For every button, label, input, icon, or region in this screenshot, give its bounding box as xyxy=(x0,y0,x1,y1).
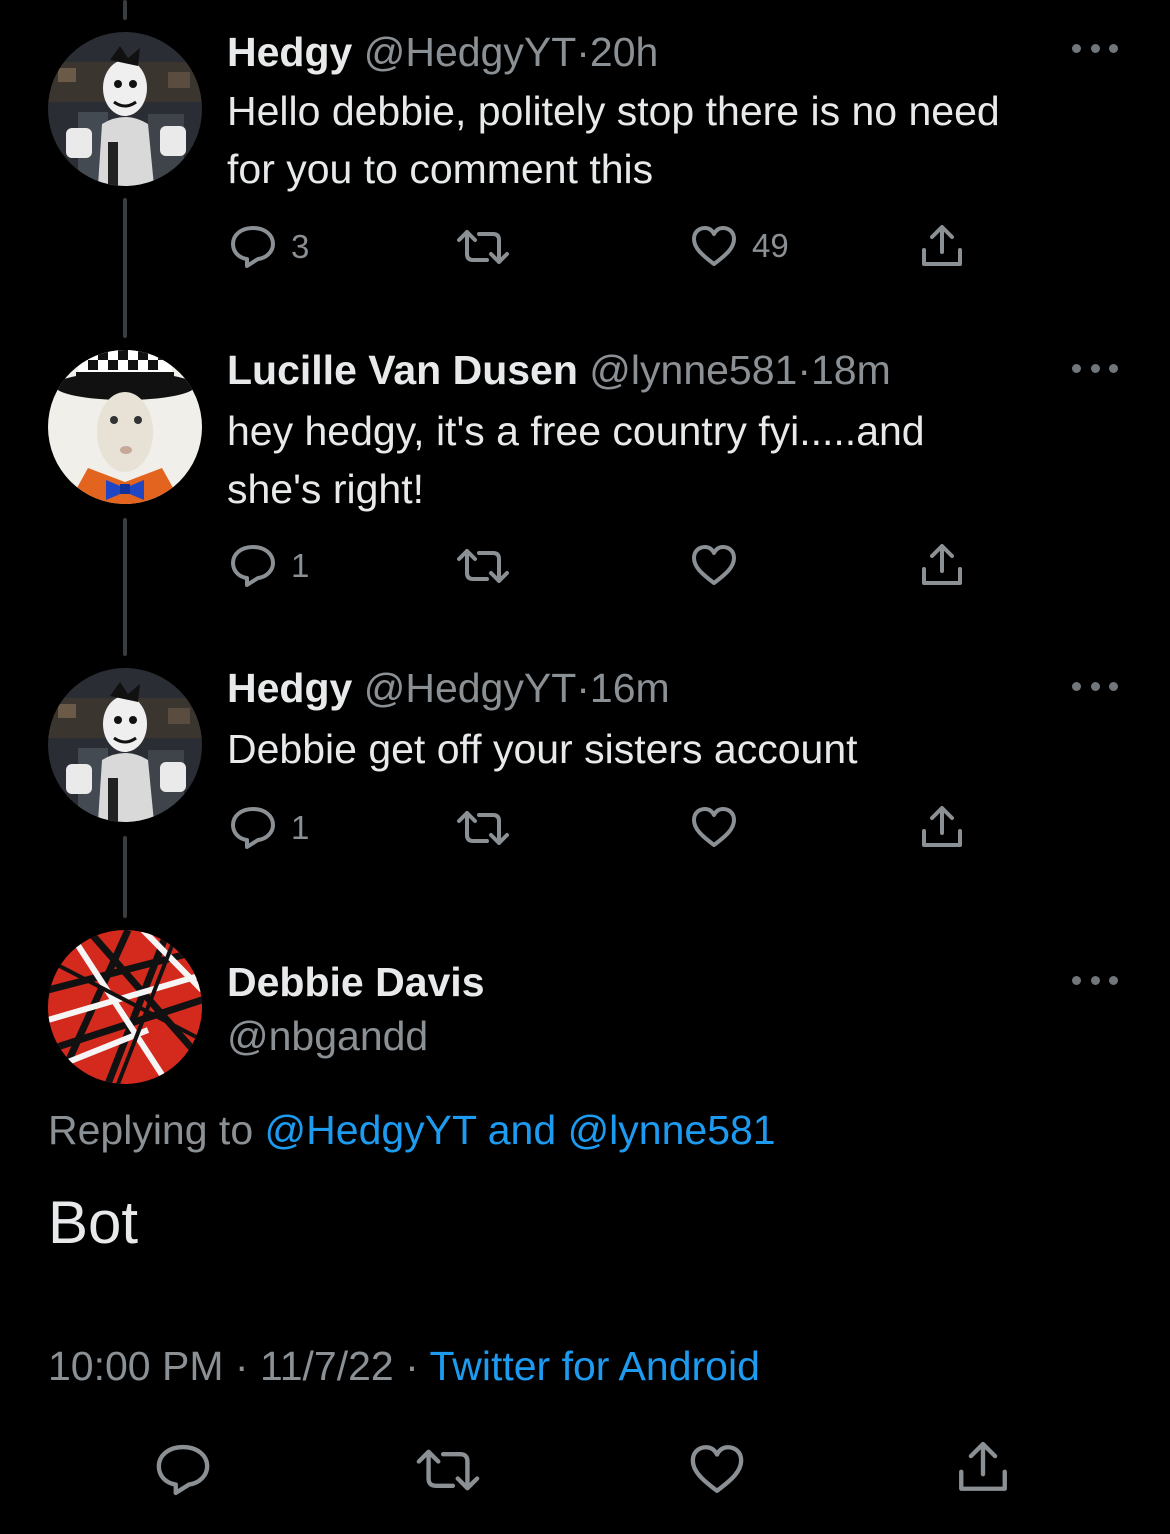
mention-link[interactable]: @HedgyYT xyxy=(265,1107,477,1153)
like-count: 49 xyxy=(752,227,789,264)
tweet-text: Hello debbie, politely stop there is no … xyxy=(227,82,1107,198)
reply-count: 3 xyxy=(291,228,310,265)
separator: · xyxy=(234,1343,249,1389)
display-name: Debbie Davis xyxy=(227,959,485,1005)
separator: · xyxy=(576,29,590,75)
mention-link[interactable]: @lynne581 xyxy=(568,1107,776,1153)
tweet-date[interactable]: 11/7/22 xyxy=(260,1343,394,1389)
timestamp[interactable]: 20h xyxy=(590,29,658,75)
handle[interactable]: @lynne581 xyxy=(589,347,797,393)
thread-line xyxy=(123,518,127,656)
author-name[interactable]: Debbie Davis xyxy=(227,958,485,1006)
share-icon xyxy=(922,225,962,266)
handle[interactable]: @HedgyYT xyxy=(364,29,577,75)
display-name[interactable]: Hedgy xyxy=(227,29,352,75)
share-icon xyxy=(959,1441,1007,1491)
handle: @nbgandd xyxy=(227,1013,429,1059)
replying-to: Replying to @HedgyYT and @lynne581 xyxy=(48,1104,776,1156)
like-icon xyxy=(690,1445,744,1493)
display-name[interactable]: Hedgy xyxy=(227,665,352,711)
retweet-button[interactable] xyxy=(455,545,525,587)
tweet-header: Lucille Van Dusen @lynne581·18m xyxy=(227,346,891,394)
retweet-icon xyxy=(457,811,509,845)
avatar[interactable] xyxy=(48,930,202,1084)
share-button[interactable] xyxy=(918,803,966,851)
reply-icon xyxy=(231,807,275,849)
like-button[interactable]: 49 xyxy=(690,224,789,268)
handle[interactable]: @HedgyYT xyxy=(364,665,577,711)
like-icon xyxy=(692,545,736,585)
share-icon xyxy=(922,806,962,847)
like-icon xyxy=(692,807,736,847)
tweet-text-line: for you to comment this xyxy=(227,146,654,192)
rabbit-avatar-image xyxy=(48,350,202,504)
separator: · xyxy=(576,665,590,711)
tweet-text-line: hey hedgy, it's a free country fyi.....a… xyxy=(227,408,925,454)
reply-icon xyxy=(231,545,275,587)
like-icon xyxy=(692,226,736,266)
reply-button[interactable]: 1 xyxy=(229,543,309,589)
tweet-source[interactable]: Twitter for Android xyxy=(429,1343,759,1389)
tweet-timestamp: 10:00 PM · 11/7/22 · Twitter for Android xyxy=(48,1340,760,1392)
replying-prefix: Replying to xyxy=(48,1107,254,1153)
tweet-text-line: Debbie get off your sisters account xyxy=(227,726,858,772)
reply-button[interactable] xyxy=(154,1442,212,1498)
more-icon[interactable] xyxy=(1072,44,1118,56)
clown-avatar-image xyxy=(48,668,202,822)
tweet-text-line: she's right! xyxy=(227,466,424,512)
more-icon[interactable] xyxy=(1072,682,1118,694)
timestamp[interactable]: 16m xyxy=(590,665,670,711)
retweet-icon xyxy=(457,549,509,583)
like-button[interactable] xyxy=(688,1442,746,1496)
reply-count: 1 xyxy=(291,809,310,846)
tweet-text: hey hedgy, it's a free country fyi.....a… xyxy=(227,402,1107,518)
thread-line xyxy=(123,836,127,918)
reply-icon xyxy=(156,1444,210,1496)
author-handle[interactable]: @nbgandd xyxy=(227,1012,428,1060)
reply-button[interactable]: 3 xyxy=(229,224,309,270)
retweet-icon xyxy=(416,1449,480,1491)
retweet-button[interactable] xyxy=(414,1444,482,1496)
tweet-text-line: Hello debbie, politely stop there is no … xyxy=(227,88,1000,134)
avatar[interactable] xyxy=(48,350,202,504)
share-button[interactable] xyxy=(954,1438,1012,1496)
reply-icon xyxy=(231,226,275,268)
red-stripes-avatar-image xyxy=(48,930,202,1084)
more-icon[interactable] xyxy=(1072,976,1118,988)
thread-line xyxy=(123,0,127,20)
tweet-text: Debbie get off your sisters account xyxy=(227,720,1107,778)
reply-button[interactable]: 1 xyxy=(229,805,309,851)
separator: · xyxy=(797,347,811,393)
retweet-icon xyxy=(457,230,509,264)
share-button[interactable] xyxy=(918,222,966,270)
tweet-header: Hedgy @HedgyYT·16m xyxy=(227,664,670,712)
retweet-button[interactable] xyxy=(455,226,525,268)
avatar[interactable] xyxy=(48,668,202,822)
like-button[interactable] xyxy=(690,543,752,587)
share-button[interactable] xyxy=(918,541,966,589)
clown-avatar-image xyxy=(48,32,202,186)
share-icon xyxy=(922,544,962,585)
tweet-text: Bot xyxy=(48,1189,139,1256)
display-name[interactable]: Lucille Van Dusen xyxy=(227,347,578,393)
like-button[interactable] xyxy=(690,805,752,849)
mention-and[interactable]: and xyxy=(488,1107,556,1153)
retweet-button[interactable] xyxy=(455,807,525,849)
tweet-header: Hedgy @HedgyYT·20h xyxy=(227,28,658,76)
reply-count: 1 xyxy=(291,547,310,584)
timestamp[interactable]: 18m xyxy=(811,347,891,393)
tweet-time[interactable]: 10:00 PM xyxy=(48,1343,224,1389)
more-icon[interactable] xyxy=(1072,364,1118,376)
avatar[interactable] xyxy=(48,32,202,186)
separator: · xyxy=(405,1343,419,1389)
thread-line xyxy=(123,198,127,338)
